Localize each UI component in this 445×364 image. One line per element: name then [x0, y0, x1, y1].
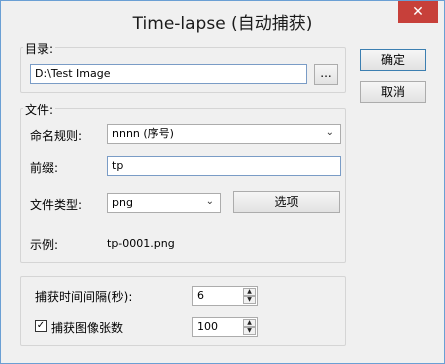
spin-up-icon[interactable]: ▲ [243, 288, 256, 296]
image-count-spinner[interactable]: 100 ▲ ▼ [192, 317, 258, 337]
example-label: 示例: [30, 238, 59, 252]
interval-spinner[interactable]: 6 ▲ ▼ [192, 286, 258, 306]
naming-rule-value: nnnn (序号) [112, 127, 174, 140]
close-button[interactable]: ✕ [398, 1, 438, 23]
cancel-button[interactable]: 取消 [360, 81, 426, 103]
directory-path-input[interactable]: D:\Test Image [30, 64, 307, 84]
example-value: tp-0001.png [107, 237, 175, 250]
browse-button[interactable]: ... [314, 64, 338, 85]
directory-group-label: 目录: [23, 40, 56, 57]
chevron-down-icon: ⌄ [325, 127, 334, 138]
image-count-label: 捕获图像张数 [51, 321, 124, 335]
file-type-value: png [112, 196, 133, 209]
spin-up-icon[interactable]: ▲ [243, 319, 256, 327]
timelapse-dialog: Time-lapse (自动捕获) ✕ 目录: D:\Test Image ..… [0, 0, 445, 364]
prefix-label: 前缀: [30, 161, 59, 175]
interval-value: 6 [197, 289, 204, 302]
chevron-down-icon: ⌄ [205, 196, 214, 207]
file-type-select[interactable]: png ⌄ [107, 193, 221, 213]
interval-spin-buttons: ▲ ▼ [243, 288, 256, 304]
naming-rule-label: 命名规则: [30, 129, 83, 143]
image-count-spin-buttons: ▲ ▼ [243, 319, 256, 335]
image-count-checkbox[interactable]: ✓ [35, 320, 47, 332]
spin-down-icon[interactable]: ▼ [243, 296, 256, 304]
ok-button[interactable]: 确定 [360, 49, 426, 71]
file-type-label: 文件类型: [30, 198, 83, 212]
naming-rule-select[interactable]: nnnn (序号) ⌄ [107, 124, 341, 144]
file-group-label: 文件: [23, 101, 56, 118]
prefix-input[interactable]: tp [107, 156, 341, 176]
spin-down-icon[interactable]: ▼ [243, 327, 256, 335]
options-button[interactable]: 选项 [233, 191, 340, 213]
title-bar: Time-lapse (自动捕获) ✕ [1, 1, 444, 39]
interval-label: 捕获时间间隔(秒): [35, 290, 133, 304]
window-title: Time-lapse (自动捕获) [132, 14, 313, 34]
image-count-value: 100 [197, 320, 218, 333]
